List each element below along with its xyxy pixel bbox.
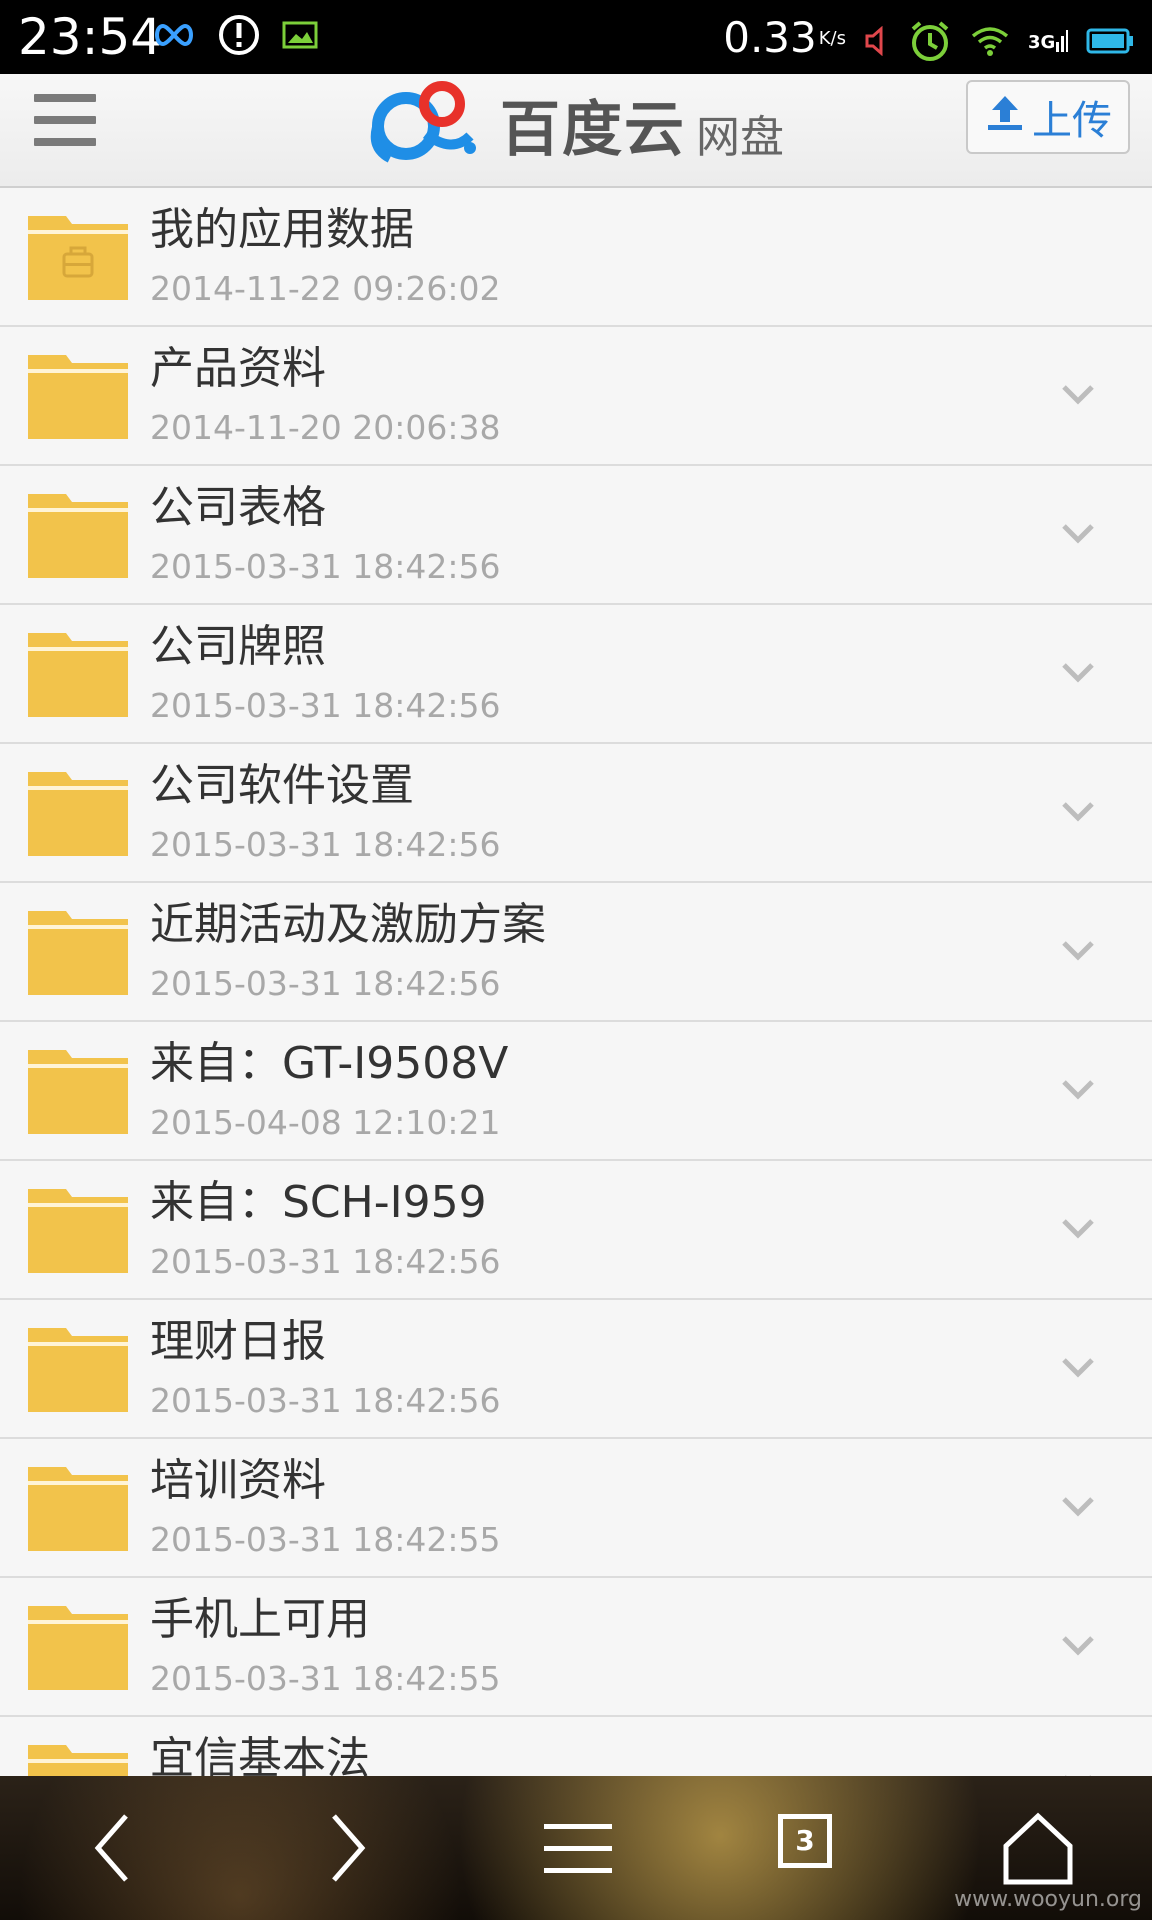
chevron-down-icon[interactable] bbox=[1058, 1215, 1098, 1241]
alarm-icon bbox=[908, 19, 952, 67]
file-name: 理财日报 bbox=[150, 1316, 326, 1367]
file-date: 2015-03-31 18:42:55 bbox=[150, 1659, 501, 1698]
brand-name: 百度云 bbox=[500, 95, 686, 165]
file-row[interactable]: 公司牌照 2015-03-31 18:42:56 bbox=[0, 605, 1152, 744]
file-row[interactable]: 理财日报 2015-03-31 18:42:56 bbox=[0, 1300, 1152, 1439]
watermark-text: www.wooyun.org bbox=[954, 1887, 1142, 1912]
menu-lines-icon[interactable] bbox=[536, 1806, 620, 1890]
folder-icon bbox=[26, 488, 130, 580]
image-icon bbox=[282, 20, 318, 54]
hamburger-menu-icon[interactable] bbox=[34, 94, 96, 152]
file-row[interactable]: 公司表格 2015-03-31 18:42:56 bbox=[0, 466, 1152, 605]
file-row[interactable]: 公司软件设置 2015-03-31 18:42:56 bbox=[0, 744, 1152, 883]
folder-icon bbox=[26, 1183, 130, 1275]
file-name: 产品资料 bbox=[150, 343, 326, 394]
locked-folder-icon bbox=[26, 210, 130, 302]
file-row[interactable]: 来自：GT-I9508V 2015-04-08 12:10:21 bbox=[0, 1022, 1152, 1161]
file-date: 2015-03-31 18:42:56 bbox=[150, 686, 501, 725]
mute-icon bbox=[864, 25, 890, 60]
chevron-down-icon[interactable] bbox=[1058, 1076, 1098, 1102]
file-date: 2014-11-20 20:06:38 bbox=[150, 408, 501, 447]
file-name: 培训资料 bbox=[150, 1455, 326, 1506]
folder-icon bbox=[26, 627, 130, 719]
svg-text:3G: 3G bbox=[1028, 32, 1055, 53]
alert-icon bbox=[218, 14, 260, 60]
browser-bottom-bar: 3 www.wooyun.org bbox=[0, 1776, 1152, 1920]
file-name: 手机上可用 bbox=[150, 1594, 370, 1645]
folder-icon bbox=[26, 766, 130, 858]
status-bar: 23:54 0.33 K/s 3G bbox=[0, 0, 1152, 74]
battery-icon bbox=[1086, 27, 1134, 59]
file-name: 公司牌照 bbox=[150, 621, 326, 672]
chevron-down-icon[interactable] bbox=[1058, 520, 1098, 546]
file-row[interactable]: 我的应用数据 2014-11-22 09:26:02 bbox=[0, 188, 1152, 327]
folder-icon bbox=[26, 1044, 130, 1136]
file-date: 2015-03-31 18:42:55 bbox=[150, 1520, 501, 1559]
file-date: 2015-03-31 18:42:56 bbox=[150, 1242, 501, 1281]
file-name: 公司软件设置 bbox=[150, 760, 414, 811]
status-time: 23:54 bbox=[18, 8, 163, 66]
app-header: 百度云 网盘 上传 bbox=[0, 74, 1152, 188]
brand-subtitle: 网盘 bbox=[696, 112, 784, 163]
file-date: 2015-03-31 18:42:56 bbox=[150, 547, 501, 586]
chevron-down-icon[interactable] bbox=[1058, 1354, 1098, 1380]
signal-3g-icon: 3G bbox=[1028, 26, 1068, 60]
chevron-down-icon[interactable] bbox=[1058, 1493, 1098, 1519]
home-icon[interactable] bbox=[996, 1806, 1080, 1890]
folder-icon bbox=[26, 349, 130, 441]
file-date: 2014-11-22 09:26:02 bbox=[150, 269, 501, 308]
upload-button[interactable]: 上传 bbox=[966, 80, 1130, 154]
chevron-down-icon[interactable] bbox=[1058, 798, 1098, 824]
folder-icon bbox=[26, 1322, 130, 1414]
chevron-down-icon[interactable] bbox=[1058, 659, 1098, 685]
file-row[interactable]: 近期活动及激励方案 2015-03-31 18:42:56 bbox=[0, 883, 1152, 1022]
chevron-down-icon[interactable] bbox=[1058, 1632, 1098, 1658]
file-date: 2015-03-31 18:42:56 bbox=[150, 964, 501, 1003]
file-name: 来自：SCH-I959 bbox=[150, 1177, 487, 1228]
file-name: 公司表格 bbox=[150, 482, 326, 533]
network-speed: 0.33 K/s bbox=[723, 13, 846, 62]
chevron-down-icon[interactable] bbox=[1058, 381, 1098, 407]
file-row[interactable]: 培训资料 2015-03-31 18:42:55 bbox=[0, 1439, 1152, 1578]
file-row[interactable]: 手机上可用 2015-03-31 18:42:55 bbox=[0, 1578, 1152, 1717]
file-list: 我的应用数据 2014-11-22 09:26:02 产品资料 2014-11-… bbox=[0, 188, 1152, 1856]
file-row[interactable]: 来自：SCH-I959 2015-03-31 18:42:56 bbox=[0, 1161, 1152, 1300]
status-left-icons bbox=[152, 14, 318, 60]
status-right: 0.33 K/s 3G bbox=[723, 10, 1134, 75]
wifi-icon bbox=[970, 25, 1010, 61]
file-name: 来自：GT-I9508V bbox=[150, 1038, 509, 1089]
upload-label: 上传 bbox=[1032, 98, 1112, 144]
file-date: 2015-03-31 18:42:56 bbox=[150, 1381, 501, 1420]
folder-icon bbox=[26, 1600, 130, 1692]
file-row[interactable]: 产品资料 2014-11-20 20:06:38 bbox=[0, 327, 1152, 466]
tabs-count-button[interactable]: 3 bbox=[778, 1814, 832, 1868]
infinity-icon bbox=[152, 20, 196, 54]
chevron-down-icon[interactable] bbox=[1058, 937, 1098, 963]
file-date: 2015-04-08 12:10:21 bbox=[150, 1103, 501, 1142]
folder-icon bbox=[26, 905, 130, 997]
forward-icon[interactable] bbox=[302, 1806, 386, 1890]
back-icon[interactable] bbox=[74, 1806, 158, 1890]
folder-icon bbox=[26, 1461, 130, 1553]
file-name: 我的应用数据 bbox=[150, 204, 414, 255]
file-date: 2015-03-31 18:42:56 bbox=[150, 825, 501, 864]
file-name: 近期活动及激励方案 bbox=[150, 899, 546, 950]
upload-icon bbox=[984, 92, 1026, 142]
